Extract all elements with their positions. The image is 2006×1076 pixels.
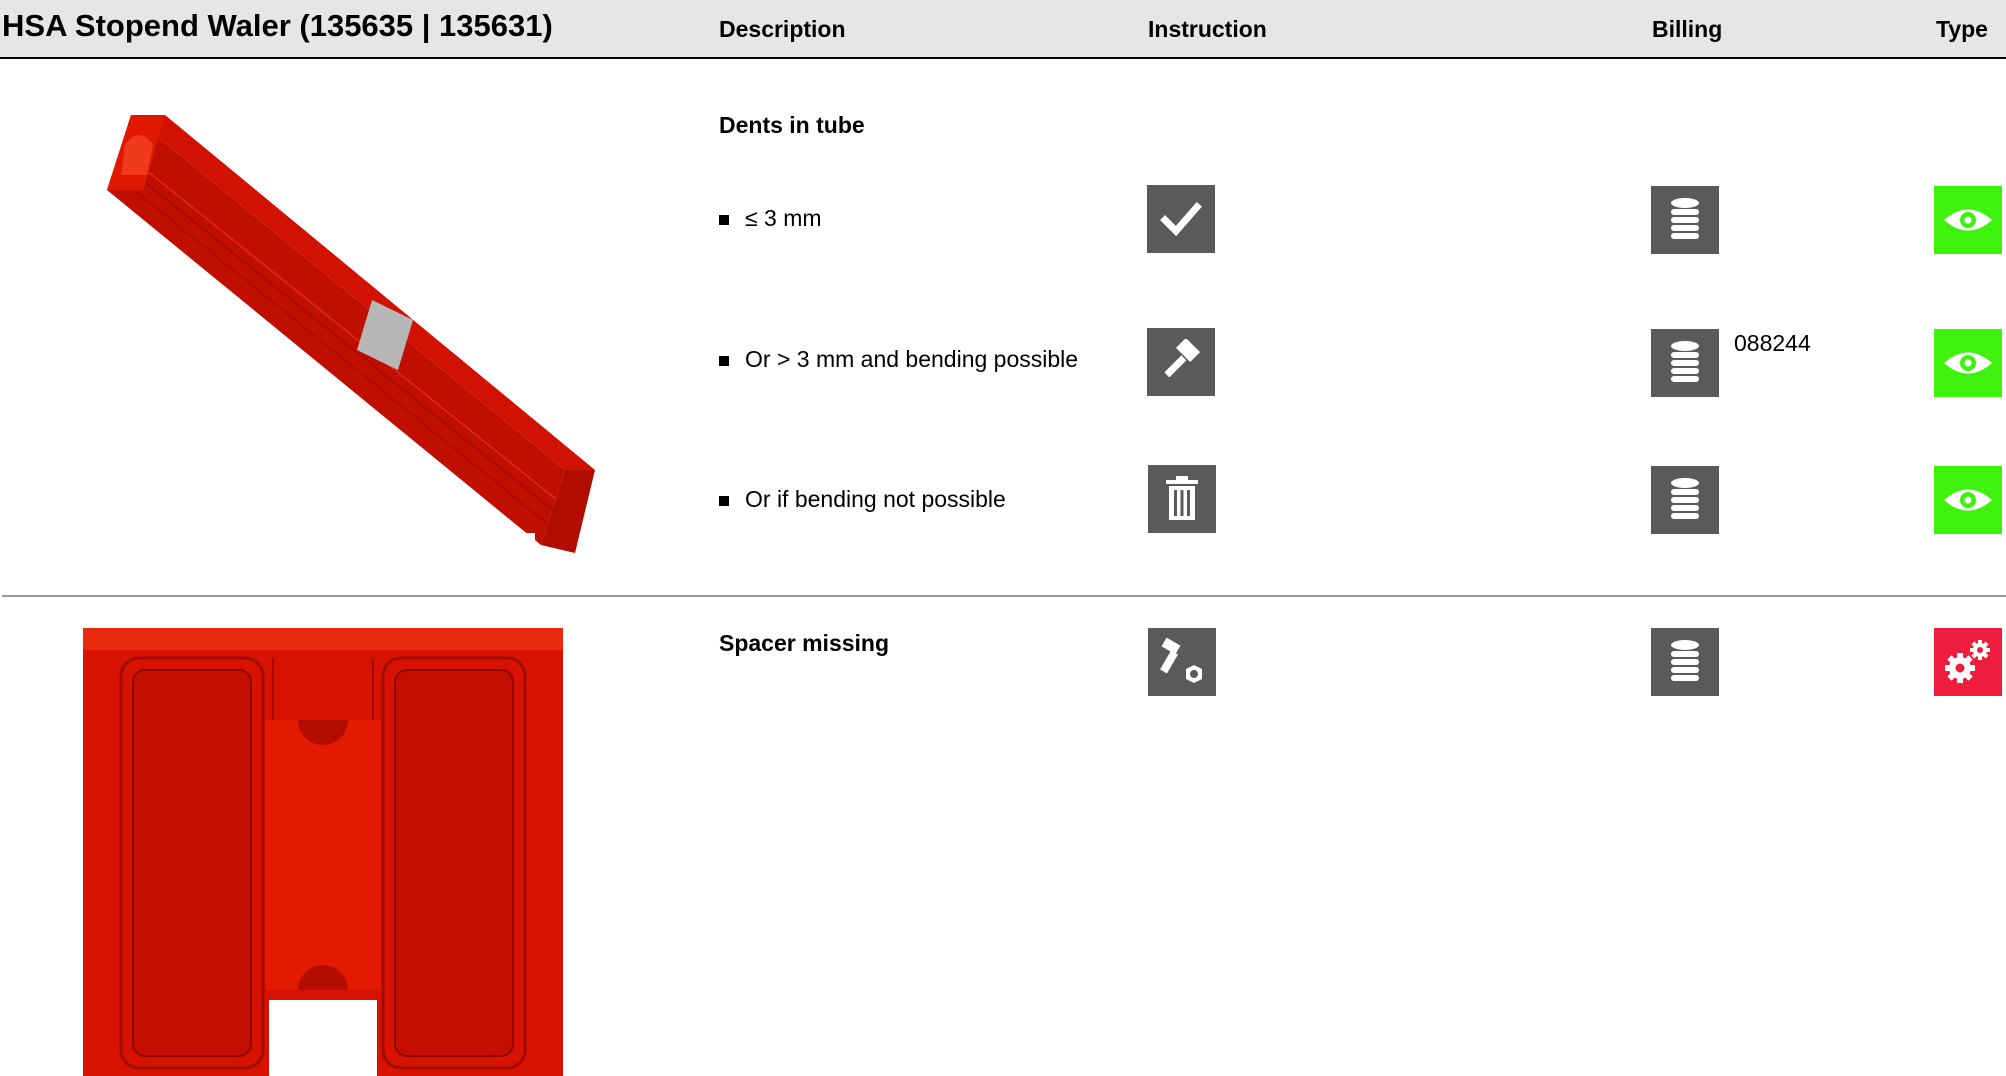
waler-cross-section-image (83, 628, 563, 1076)
section-title-spacer: Spacer missing (719, 630, 890, 656)
section-title-dents: Dents in tube (719, 112, 865, 138)
eye-icon (1934, 329, 2002, 397)
section-divider (2, 595, 2006, 597)
column-header-billing: Billing (1652, 16, 1723, 42)
bullet-icon (719, 355, 729, 366)
coin-stack-icon (1651, 628, 1719, 696)
billing-code: 088244 (1734, 330, 1811, 356)
coin-stack-icon (1651, 186, 1719, 254)
coin-stack-icon (1651, 329, 1719, 397)
trash-icon (1148, 465, 1216, 533)
bolt-nut-icon (1148, 628, 1216, 696)
column-header-description: Description (719, 16, 846, 42)
list-item: ≤ 3 mm (719, 205, 822, 232)
eye-icon (1934, 186, 2002, 254)
list-item: Or > 3 mm and bending possible (719, 346, 1078, 373)
table-header: HSA Stopend Waler (135635 | 135631) Desc… (0, 0, 2006, 59)
column-header-instruction: Instruction (1148, 16, 1267, 42)
checkmark-icon (1147, 185, 1215, 253)
hammer-icon (1147, 328, 1215, 396)
waler-tube-image (107, 115, 595, 553)
item-label: Or > 3 mm and bending possible (745, 346, 1079, 372)
item-label: Or if bending not possible (745, 486, 1006, 512)
bullet-icon (719, 495, 729, 506)
list-item: Or if bending not possible (719, 486, 1006, 513)
eye-icon (1934, 466, 2002, 534)
bullet-icon (719, 214, 729, 225)
item-label: ≤ 3 mm (745, 205, 822, 231)
page-title: HSA Stopend Waler (135635 | 135631) (2, 8, 553, 43)
gears-icon (1934, 628, 2002, 696)
coin-stack-icon (1651, 466, 1719, 534)
column-header-type: Type (1936, 16, 1988, 42)
